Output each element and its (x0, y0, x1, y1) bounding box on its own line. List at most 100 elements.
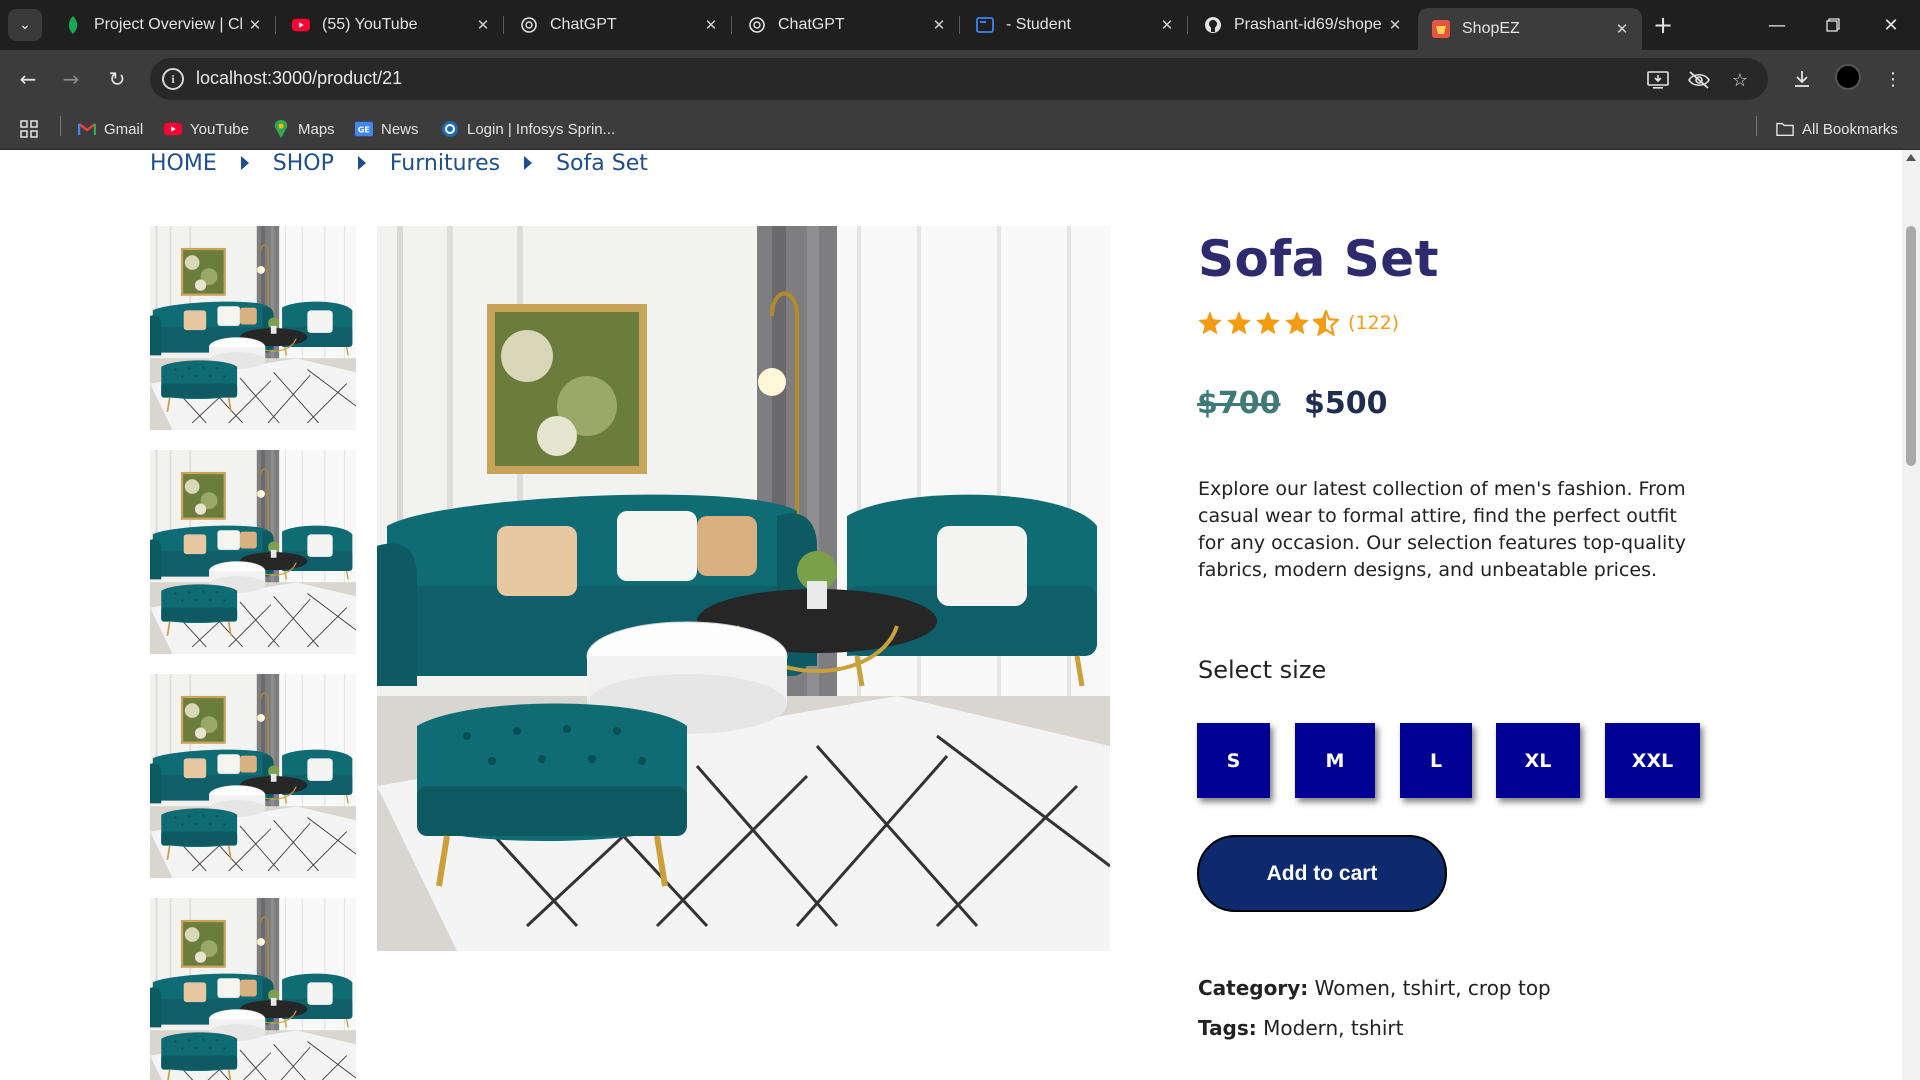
gmail-icon (78, 120, 96, 138)
category-label: Category: (1198, 976, 1309, 1000)
tab-strip: ⌄ Project Overview | Cl ✕ (55) YouTube ✕… (0, 0, 1920, 50)
close-window-icon[interactable]: ✕ (1868, 8, 1914, 42)
close-tab-icon[interactable]: ✕ (1385, 16, 1405, 34)
all-bookmarks[interactable]: All Bookmarks (1776, 116, 1898, 142)
sale-price: $500 (1304, 386, 1388, 421)
minimize-icon[interactable]: — (1754, 8, 1800, 42)
page-scrollbar[interactable] (1902, 150, 1920, 1080)
tab-search-button[interactable]: ⌄ (8, 9, 42, 41)
size-button-xxl[interactable]: XXL (1605, 723, 1700, 798)
category-value: Women, tshirt, crop top (1308, 976, 1551, 1000)
install-app-icon[interactable] (1646, 68, 1670, 92)
profile-avatar[interactable] (1835, 64, 1861, 90)
product-title: Sofa Set (1198, 230, 1440, 288)
caret-right-icon (240, 156, 249, 170)
bookmark-label: Login | Infosys Sprin... (467, 120, 616, 138)
bookmark-star-icon[interactable]: ☆ (1728, 68, 1752, 92)
star-filled-icon (1256, 311, 1280, 335)
site-info-icon[interactable]: i (162, 68, 184, 90)
product-description: Explore our latest collection of men's f… (1198, 478, 1687, 581)
breadcrumb-shop[interactable]: SHOP (273, 151, 334, 176)
tab-title: ShopEZ (1462, 20, 1520, 37)
close-tab-icon[interactable]: ✕ (701, 16, 721, 34)
apps-icon[interactable] (20, 116, 38, 142)
restore-icon[interactable] (1810, 8, 1856, 42)
size-heading: Select size (1198, 656, 1327, 684)
chatgpt-icon (748, 16, 766, 34)
thumbnail-image-2[interactable] (150, 450, 356, 654)
back-icon[interactable]: ← (12, 63, 44, 95)
star-filled-icon (1285, 311, 1309, 335)
product-category: Category: Women, tshirt, crop top (1198, 976, 1551, 1000)
chatgpt-icon (520, 16, 538, 34)
star-half-icon (1313, 310, 1339, 336)
tab-title: Project Overview | Cl (94, 16, 244, 33)
reload-icon[interactable]: ↻ (101, 63, 133, 95)
news-icon: GE (355, 120, 373, 138)
bookmark-gmail[interactable]: Gmail (78, 116, 143, 142)
tab-youtube[interactable]: (55) YouTube ✕ (278, 8, 504, 42)
thumbnail-image-1[interactable] (150, 226, 356, 430)
browser-toolbar: ← → ↻ i localhost:3000/product/21 ☆ ⋮ (0, 50, 1920, 108)
all-bookmarks-label: All Bookmarks (1802, 120, 1898, 138)
address-bar[interactable]: i localhost:3000/product/21 ☆ (150, 58, 1768, 100)
bookmark-label: YouTube (190, 120, 249, 138)
leaf-icon (64, 16, 82, 34)
product-page: HOME SHOP Furnitures Sofa Set Sofa Set (… (0, 150, 1902, 1080)
tab-shopez[interactable]: ShopEZ ✕ (1418, 8, 1642, 50)
chevron-down-icon: ⌄ (19, 17, 31, 33)
thumbnail-image-3[interactable] (150, 674, 356, 878)
youtube-icon (164, 120, 182, 138)
tab-title: Prashant-id69/shope (1234, 16, 1382, 33)
size-button-m[interactable]: M (1295, 723, 1375, 798)
breadcrumb: HOME SHOP Furnitures Sofa Set (150, 150, 648, 176)
more-menu-icon[interactable]: ⋮ (1878, 64, 1908, 94)
close-tab-icon[interactable]: ✕ (1157, 16, 1177, 34)
close-tab-icon[interactable]: ✕ (929, 16, 949, 34)
infosys-icon (441, 120, 459, 138)
review-count: (122) (1348, 312, 1400, 334)
main-product-image (377, 226, 1110, 951)
size-button-xl[interactable]: XL (1496, 723, 1580, 798)
star-filled-icon (1198, 311, 1222, 335)
student-portal-icon (976, 16, 994, 34)
tab-project-overview[interactable]: Project Overview | Cl ✕ (50, 8, 276, 42)
bookmark-maps[interactable]: Maps (272, 116, 335, 142)
breadcrumb-category[interactable]: Furnitures (390, 151, 500, 176)
close-tab-icon[interactable]: ✕ (473, 16, 493, 34)
breadcrumb-current[interactable]: Sofa Set (556, 151, 648, 176)
bookmark-youtube[interactable]: YouTube (164, 116, 249, 142)
eye-off-icon[interactable] (1687, 68, 1711, 92)
thumbnail-image-4[interactable] (150, 898, 356, 1080)
download-icon[interactable] (1787, 64, 1817, 94)
rating-stars: (122) (1197, 310, 1399, 336)
bookmarks-bar: Gmail YouTube Maps GE News Login | Infos… (0, 108, 1920, 150)
bookmark-infosys[interactable]: Login | Infosys Sprin... (441, 116, 615, 142)
breadcrumb-home[interactable]: HOME (150, 151, 217, 176)
bookmark-label: Gmail (104, 120, 144, 138)
add-to-cart-button[interactable]: Add to cart (1197, 835, 1447, 912)
url-text[interactable]: localhost:3000/product/21 (196, 68, 402, 89)
folder-icon (1776, 120, 1794, 138)
close-tab-icon[interactable]: ✕ (245, 16, 265, 34)
size-button-l[interactable]: L (1400, 723, 1472, 798)
tab-chatgpt-2[interactable]: ChatGPT ✕ (734, 8, 960, 42)
size-button-s[interactable]: S (1197, 723, 1270, 798)
github-icon (1204, 16, 1222, 34)
tags-value: Modern, tshirt (1256, 1016, 1404, 1040)
scroll-thumb[interactable] (1906, 226, 1916, 466)
original-price: $700 (1197, 386, 1281, 421)
tab-github[interactable]: Prashant-id69/shope ✕ (1190, 8, 1415, 42)
tab-chatgpt-1[interactable]: ChatGPT ✕ (506, 8, 732, 42)
forward-icon[interactable]: → (55, 63, 87, 95)
bookmark-label: Maps (298, 120, 335, 138)
tab-student[interactable]: - Student ✕ (962, 8, 1188, 42)
svg-text:GE: GE (358, 125, 370, 135)
bookmark-news[interactable]: GE News (355, 116, 419, 142)
close-tab-icon[interactable]: ✕ (1612, 20, 1632, 38)
tab-title: (55) YouTube (322, 16, 418, 33)
new-tab-icon[interactable]: + (1648, 10, 1678, 40)
caret-right-icon (524, 156, 533, 170)
scroll-up-arrow-icon[interactable] (1906, 154, 1916, 161)
tab-title: ChatGPT (778, 16, 845, 33)
